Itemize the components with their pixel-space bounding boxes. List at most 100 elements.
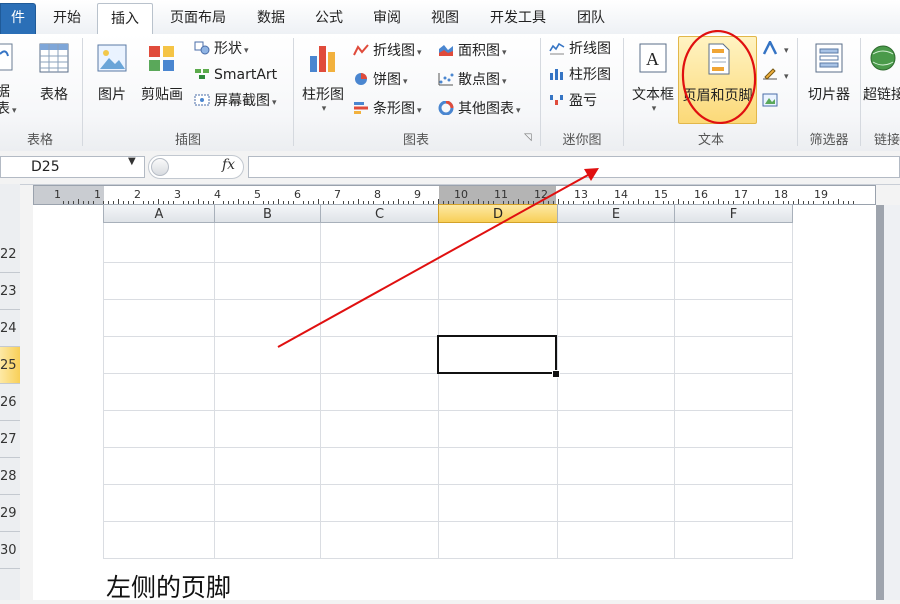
sparkline-column-button[interactable]: 柱形图	[549, 64, 611, 86]
grid-line	[103, 558, 793, 559]
textbox-label: 文本框	[632, 87, 674, 103]
chevron-down-icon: ▾	[502, 48, 507, 58]
chevron-down-icon: ▾	[244, 46, 249, 56]
footer-left-text[interactable]: 左侧的页脚	[106, 568, 231, 604]
pivot-table-label-2: 表	[0, 101, 10, 117]
signature-line-button[interactable]: ▾	[762, 64, 789, 86]
area-chart-label: 面积图	[458, 43, 500, 59]
scatter-chart-button[interactable]: 散点图 ▾	[438, 69, 507, 91]
tab-developer[interactable]: 开发工具	[478, 3, 558, 34]
column-header-b[interactable]: B	[214, 204, 321, 223]
ruler-tick	[848, 201, 849, 204]
ruler-number: 2	[134, 188, 141, 201]
area-chart-button[interactable]: 面积图 ▾	[438, 40, 507, 62]
row-header-29[interactable]: 29	[0, 495, 20, 532]
ruler-number: 8	[374, 188, 381, 201]
pie-chart-button[interactable]: 饼图 ▾	[353, 69, 408, 91]
tab-file[interactable]: 件	[0, 3, 36, 34]
line-chart-icon	[353, 44, 369, 56]
pie-chart-label: 饼图	[373, 72, 401, 88]
row-header-26[interactable]: 26	[0, 384, 20, 421]
row-header-24[interactable]: 24	[0, 310, 20, 347]
ruler-tick	[813, 201, 814, 204]
ruler-number: 13	[574, 188, 588, 201]
group-label-links: 链接	[874, 133, 900, 148]
chevron-down-icon: ▾	[12, 106, 17, 116]
table-button[interactable]: 表格	[34, 40, 74, 104]
column-header-f[interactable]: F	[674, 204, 793, 223]
clipart-label: 剪贴画	[141, 87, 183, 103]
ruler-tick	[838, 199, 839, 204]
clipart-icon	[149, 46, 174, 71]
textbox-button[interactable]: A 文本框 ▾	[628, 40, 678, 114]
selected-cell-d25[interactable]	[437, 335, 557, 374]
other-charts-button[interactable]: 其他图表 ▾	[438, 98, 521, 120]
fill-handle[interactable]	[552, 370, 560, 378]
chevron-down-icon: ▾	[417, 48, 422, 58]
slicer-button[interactable]: 切片器	[803, 40, 855, 104]
ruler-tick	[798, 199, 799, 204]
hyperlink-button[interactable]: 超链接	[863, 40, 900, 104]
wordart-button[interactable]: ▾	[762, 38, 789, 60]
row-header-27[interactable]: 27	[0, 421, 20, 458]
grid-line	[320, 223, 321, 558]
row-header-25[interactable]: 25	[0, 347, 20, 384]
column-header-e[interactable]: E	[557, 204, 675, 223]
tab-data[interactable]: 数据	[244, 3, 298, 34]
sparkline-line-button[interactable]: 折线图	[549, 38, 611, 60]
ruler-tick	[853, 201, 854, 204]
line-chart-button[interactable]: 折线图 ▾	[353, 40, 422, 62]
chevron-down-icon: ▾	[403, 77, 408, 87]
pivot-table-button[interactable]: 据 表 ▾	[0, 40, 22, 120]
screenshot-icon	[194, 94, 210, 106]
shapes-icon	[194, 41, 210, 55]
header-footer-button[interactable]: 页眉和页脚	[678, 36, 757, 124]
column-chart-button[interactable]: 柱形图 ▾	[298, 40, 348, 114]
group-divider	[797, 38, 798, 146]
tab-review[interactable]: 审阅	[360, 3, 414, 34]
object-button[interactable]	[762, 90, 782, 112]
bar-chart-button[interactable]: 条形图 ▾	[353, 98, 422, 120]
row-header-30[interactable]: 30	[0, 532, 20, 569]
chevron-down-icon: ▾	[417, 106, 422, 116]
sparkline-line-label: 折线图	[569, 41, 611, 57]
formula-input[interactable]	[248, 156, 900, 178]
shapes-button[interactable]: 形状 ▾	[194, 38, 249, 60]
tab-formulas[interactable]: 公式	[302, 3, 356, 34]
tab-page-layout[interactable]: 页面布局	[158, 3, 238, 34]
formula-bar: D25 ▼ fx	[0, 151, 900, 185]
ruler-number: 12	[534, 188, 548, 201]
row-header-22[interactable]: 22	[0, 236, 20, 273]
tab-insert[interactable]: 插入	[97, 3, 153, 35]
row-header-23[interactable]: 23	[0, 273, 20, 310]
name-box-dropdown-icon[interactable]: ▼	[128, 151, 136, 173]
grid-line	[103, 521, 793, 522]
textbox-icon: A	[639, 43, 667, 73]
chevron-down-icon: ▾	[516, 106, 521, 116]
row-header-28[interactable]: 28	[0, 458, 20, 495]
chevron-down-icon: ▾	[272, 98, 277, 108]
chevron-down-icon: ▾	[784, 72, 789, 82]
sparkline-winloss-icon	[550, 95, 563, 105]
column-header-a[interactable]: A	[103, 204, 215, 223]
tab-home[interactable]: 开始	[40, 3, 94, 34]
name-box[interactable]: D25	[0, 156, 145, 178]
ruler-number: 3	[174, 188, 181, 201]
slicer-icon	[815, 43, 843, 73]
tab-view[interactable]: 视图	[418, 3, 472, 34]
ruler-tick	[803, 201, 804, 204]
group-label-tables: 表格	[26, 133, 53, 148]
screenshot-button[interactable]: 屏幕截图 ▾	[194, 90, 277, 112]
column-header-d[interactable]: D	[438, 204, 558, 223]
insert-function-icon[interactable]: fx	[222, 157, 235, 173]
smartart-button[interactable]: SmartArt	[194, 64, 277, 86]
sparkline-winloss-button[interactable]: 盈亏	[549, 90, 597, 112]
scatter-chart-icon	[438, 73, 454, 86]
charts-dialog-launcher-icon[interactable]: ◹	[524, 132, 532, 143]
column-header-c[interactable]: C	[320, 204, 439, 223]
picture-button[interactable]: 图片	[92, 40, 132, 104]
vertical-scroll-area[interactable]	[884, 205, 900, 600]
tab-team[interactable]: 团队	[564, 3, 618, 34]
clipart-button[interactable]: 剪贴画	[138, 40, 186, 104]
smartart-label: SmartArt	[214, 67, 278, 83]
